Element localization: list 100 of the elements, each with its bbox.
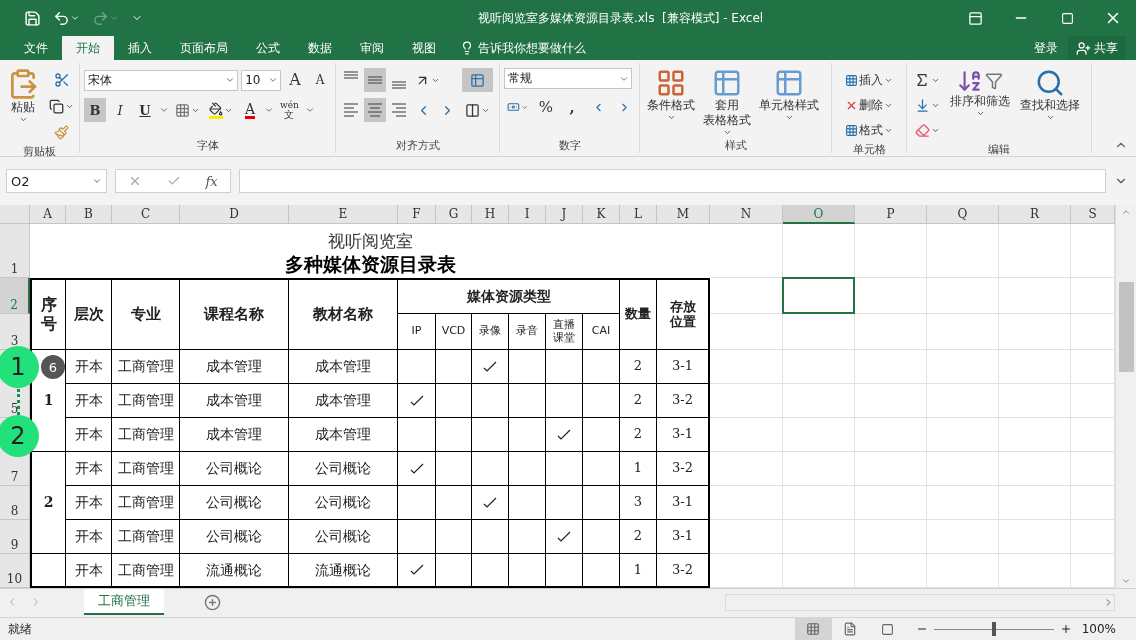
column-header[interactable]: C (112, 205, 180, 224)
column-header[interactable]: O (783, 205, 855, 224)
column-header[interactable]: F (398, 205, 436, 224)
styles-button[interactable]: 套用 表格格式 (700, 68, 754, 138)
column-header[interactable]: I (509, 205, 546, 224)
grid-cell[interactable] (999, 486, 1071, 520)
ribbon-tab[interactable]: 视图 (398, 36, 450, 60)
shrink-font-button[interactable]: A (309, 68, 331, 92)
normal-view-icon[interactable] (794, 618, 832, 640)
sheet-tab[interactable]: 工商管理 (84, 589, 164, 615)
ribbon-tab[interactable]: 审阅 (346, 36, 398, 60)
column-header[interactable]: D (180, 205, 289, 224)
column-header[interactable]: H (472, 205, 509, 224)
caret-icon[interactable] (268, 75, 278, 85)
cells-button[interactable]: 格式 (836, 118, 902, 142)
grid-cell[interactable] (999, 224, 1071, 278)
column-header[interactable]: E (289, 205, 398, 224)
scroll-down-icon[interactable] (1121, 576, 1131, 586)
insert-function-button[interactable]: fx (205, 173, 218, 189)
grid-cell[interactable] (855, 418, 927, 452)
grid-cell[interactable] (927, 486, 999, 520)
cells-button[interactable]: 插入 (836, 68, 902, 92)
italic-button[interactable]: I (109, 98, 131, 122)
scroll-up-icon[interactable] (1121, 207, 1131, 217)
grid-cell[interactable] (855, 384, 927, 418)
grid-cell[interactable] (999, 314, 1071, 350)
grid-cell[interactable] (783, 486, 855, 520)
grid-cell[interactable] (999, 278, 1071, 314)
paste-button[interactable]: 粘贴 (4, 68, 42, 144)
align-button[interactable] (364, 68, 386, 92)
select-all-corner[interactable] (0, 205, 30, 224)
enter-icon[interactable] (166, 174, 181, 188)
ribbon-tab[interactable]: 插入 (114, 36, 166, 60)
grid-cell[interactable] (783, 350, 855, 384)
comma-button[interactable]: , (561, 95, 583, 119)
column-header[interactable]: P (855, 205, 927, 224)
editing-button[interactable]: 查找和选择 (1017, 68, 1083, 142)
grid-cell[interactable] (783, 452, 855, 486)
grid-cell[interactable] (927, 224, 999, 278)
zoom-level[interactable]: 100% (1071, 622, 1136, 636)
grid-cell[interactable] (855, 486, 927, 520)
row-header[interactable]: 8 (0, 486, 30, 520)
grid-cell[interactable] (999, 350, 1071, 384)
column-header[interactable]: R (999, 205, 1071, 224)
font-name-dropdown[interactable]: 宋体 (84, 69, 239, 91)
caret-icon[interactable] (159, 105, 169, 115)
zoom-in-icon[interactable] (1059, 623, 1072, 635)
row-header[interactable]: 10 (0, 554, 30, 588)
sign-in-link[interactable]: 登录 (1024, 36, 1068, 60)
percent-button[interactable]: % (535, 95, 557, 119)
tell-me-search[interactable]: 告诉我你想要做什么 (450, 36, 596, 60)
formula-input[interactable] (239, 169, 1106, 193)
column-header[interactable]: L (620, 205, 657, 224)
caret-icon[interactable] (304, 105, 315, 115)
ribbon-tab[interactable]: 公式 (242, 36, 294, 60)
active-cell[interactable] (782, 277, 855, 314)
grid-cell[interactable] (855, 452, 927, 486)
column-header[interactable]: Q (927, 205, 999, 224)
column-header[interactable]: N (710, 205, 783, 224)
caret-icon[interactable] (225, 75, 236, 85)
column-header[interactable]: A (30, 205, 66, 224)
grid-cell[interactable] (927, 278, 999, 314)
font-size-dropdown[interactable]: 10 (241, 69, 281, 91)
grid-cell[interactable] (927, 520, 999, 554)
ribbon-tab[interactable]: 页面布局 (166, 36, 242, 60)
grid-cell[interactable] (999, 520, 1071, 554)
grid-cell[interactable] (855, 224, 927, 278)
horizontal-scrollbar[interactable] (725, 594, 1115, 611)
grow-font-button[interactable]: A (284, 68, 306, 92)
ribbon-tab[interactable]: 数据 (294, 36, 346, 60)
column-header[interactable]: B (66, 205, 112, 224)
row-header[interactable]: 7 (0, 452, 30, 486)
phonetic-button[interactable]: wén 文 (277, 98, 302, 122)
styles-button[interactable]: 条件格式 (644, 68, 698, 138)
grid-cell[interactable] (855, 350, 927, 384)
column-header[interactable]: S (1071, 205, 1115, 224)
zoom-slider-thumb[interactable] (991, 622, 996, 636)
grid-cell[interactable] (999, 418, 1071, 452)
ribbon-tab[interactable]: 开始 (62, 36, 114, 60)
column-header[interactable]: G (436, 205, 472, 224)
editing-button[interactable]: 排序和筛选 (947, 68, 1013, 142)
row-header[interactable]: 9 (0, 520, 30, 554)
caret-icon[interactable] (264, 105, 274, 115)
bold-button[interactable]: B (84, 98, 106, 122)
name-box[interactable]: O2 (6, 169, 107, 193)
share-button[interactable]: 共享 (1068, 36, 1126, 60)
number-format-dropdown[interactable]: 常规 (504, 68, 632, 89)
column-header[interactable]: J (546, 205, 583, 224)
grid-cell[interactable] (783, 314, 855, 350)
grid-cell[interactable] (999, 384, 1071, 418)
grid-cell[interactable] (927, 418, 999, 452)
cells-button[interactable]: 删除 (836, 93, 902, 117)
styles-button[interactable]: 单元格样式 (756, 68, 822, 138)
caret-icon[interactable] (92, 176, 102, 186)
ribbon-tab[interactable]: 文件 (10, 36, 62, 60)
grid-cell[interactable] (783, 418, 855, 452)
grid-cell[interactable] (927, 314, 999, 350)
scroll-thumb[interactable] (1118, 281, 1134, 372)
column-header[interactable]: M (657, 205, 710, 224)
align-button[interactable] (364, 98, 386, 122)
